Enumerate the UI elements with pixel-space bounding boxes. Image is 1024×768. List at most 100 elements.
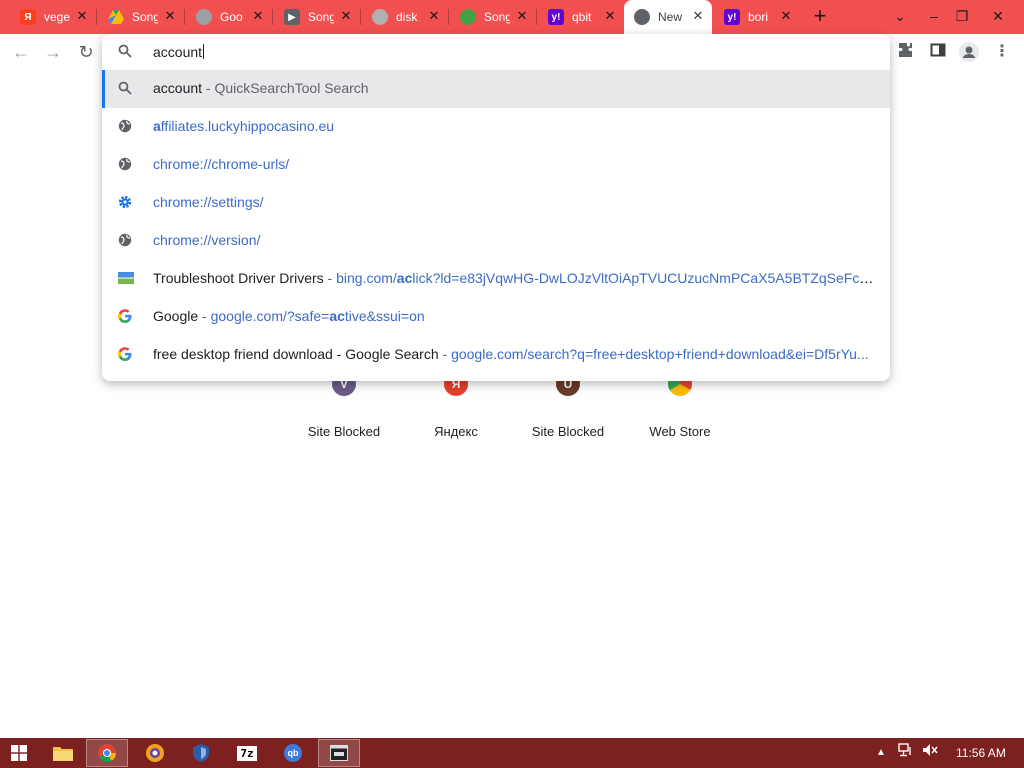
suggestion-item[interactable]: chrome://chrome-urls/ (102, 146, 890, 184)
suggestion-separator: - (438, 346, 452, 362)
close-icon[interactable]: ✕ (604, 9, 616, 22)
close-icon[interactable]: ✕ (516, 9, 528, 22)
suggestion-item[interactable]: chrome://settings/ (102, 184, 890, 222)
suggestion-title: Google (153, 308, 199, 324)
tab-1[interactable]: Song ✕ (98, 4, 185, 30)
chrome-icon[interactable] (86, 739, 128, 767)
back-arrow-icon[interactable]: ← (10, 41, 32, 63)
suggestion-separator: - (323, 270, 337, 286)
new-tab-button[interactable]: + (810, 5, 830, 27)
tab-strip: Я vege ✕ Song ✕ Goo ✕ ▶ Song ✕ disk ✕ So… (0, 0, 1024, 34)
system-clock[interactable]: 11:56 AM (956, 743, 1006, 763)
omnibox-input-value: account (153, 44, 203, 60)
suggestion-item[interactable]: affiliates.luckyhippocasino.eu (102, 108, 890, 146)
suggestion-url: chrome://version/ (153, 232, 261, 248)
suggestion-query: account (153, 80, 203, 96)
tab-title: disk (396, 10, 418, 24)
7zip-icon[interactable]: 7z (226, 739, 268, 767)
suggestion-url: chrome://settings/ (153, 194, 264, 210)
tab-title: Goo (220, 10, 243, 24)
tab-title: Song (484, 10, 510, 24)
shortcut-tile-0[interactable]: V Site Blocked (288, 372, 400, 448)
network-icon[interactable] (898, 743, 914, 763)
speaker-muted-icon[interactable] (922, 743, 938, 763)
close-icon[interactable]: ✕ (692, 9, 704, 22)
suggestion-item[interactable]: Google - google.com/?safe=active&ssui=on (102, 298, 890, 336)
close-icon[interactable]: ✕ (780, 9, 792, 22)
close-icon[interactable]: ✕ (76, 9, 88, 22)
profile-avatar-icon[interactable] (958, 42, 980, 64)
tab-0[interactable]: Я vege ✕ (10, 4, 97, 30)
omnibox-input-row[interactable]: account (102, 34, 890, 70)
play-icon: ▶ (284, 9, 300, 25)
tab-8[interactable]: y! bori ✕ (714, 4, 800, 30)
tray-overflow-chevron-icon[interactable]: ▲ (876, 743, 886, 763)
suggestion-item[interactable]: free desktop friend download - Google Se… (102, 336, 890, 374)
browser-icon[interactable] (134, 739, 176, 767)
side-panel-icon[interactable] (927, 42, 949, 64)
suggestion-item[interactable]: account - QuickSearchTool Search (102, 70, 890, 108)
windows-start-icon[interactable] (2, 739, 36, 767)
globe-icon (118, 233, 134, 249)
google-icon (118, 309, 134, 325)
tab-title: qbit (572, 10, 592, 24)
close-icon[interactable]: ✕ (164, 9, 176, 22)
yandex-icon: Я (20, 9, 36, 25)
tab-5[interactable]: Song ✕ (450, 4, 537, 30)
terminal-icon[interactable] (318, 739, 360, 767)
suggestion-url: tive&ssui=on (344, 308, 425, 324)
globe-icon (634, 9, 650, 25)
globe-icon (196, 9, 212, 25)
extensions-puzzle-icon[interactable] (895, 42, 917, 64)
suggestion-description: QuickSearchTool Search (214, 80, 369, 96)
omnibox-input[interactable]: account (153, 44, 205, 60)
search-icon (118, 44, 132, 63)
tab-title: vege (44, 10, 70, 24)
tab-4[interactable]: disk ✕ (362, 4, 449, 30)
suggestion-url: ffiliates.luckyhippocasino.eu (160, 118, 335, 134)
shortcut-tile-2[interactable]: U Site Blocked (512, 372, 624, 448)
close-icon[interactable]: ✕ (252, 9, 264, 22)
gear-icon (118, 195, 134, 211)
close-icon[interactable]: ✕ (428, 9, 440, 22)
suggestion-url-match: ac (329, 308, 345, 324)
suggestion-item[interactable]: Troubleshoot Driver Drivers - bing.com/a… (102, 260, 890, 298)
tab-2[interactable]: Goo ✕ (186, 4, 273, 30)
tab-3[interactable]: ▶ Song ✕ (274, 4, 361, 30)
tab-title: Song (132, 10, 158, 24)
globe-icon (372, 9, 388, 25)
file-explorer-icon[interactable] (42, 739, 84, 767)
suggestion-title: Troubleshoot Driver Drivers (153, 270, 324, 286)
screen: Я vege ✕ Song ✕ Goo ✕ ▶ Song ✕ disk ✕ So… (0, 0, 1024, 768)
minimize-icon[interactable]: – (922, 4, 946, 28)
suggestion-url-match: ac (396, 270, 413, 286)
forward-arrow-icon[interactable]: → (42, 41, 64, 63)
tab-7-active[interactable]: New ✕ (624, 0, 712, 34)
suggestion-url-prefix: google.com/?safe= (210, 308, 330, 324)
reload-icon[interactable]: ↻ (75, 41, 97, 63)
close-icon[interactable]: ✕ (340, 9, 352, 22)
yahoo-icon: y! (724, 9, 740, 25)
search-icon (118, 81, 134, 97)
shield-icon[interactable] (180, 739, 222, 767)
menu-kebab-icon[interactable]: ⋮ (991, 42, 1013, 64)
suggestion-url: lick?ld=e83jVqwHG-DwLOJzVltOiApTVUCUzucN… (412, 270, 878, 286)
tab-search-chevron-icon[interactable]: ⌄ (888, 4, 912, 28)
suggestion-title: free desktop friend download - Google Se… (153, 346, 439, 362)
suggestion-item[interactable]: chrome://version/ (102, 222, 890, 260)
shortcut-tile-3[interactable]: Web Store (624, 372, 736, 448)
tab-title: Song (308, 10, 334, 24)
globe-icon (118, 119, 134, 135)
tab-6[interactable]: y! qbit ✕ (538, 4, 624, 30)
windows-taskbar: 7z qb ▲ 11:56 AM (0, 738, 1024, 768)
window-close-icon[interactable]: ✕ (986, 4, 1010, 28)
shortcut-tile-1[interactable]: Я Яндекс (400, 372, 512, 448)
tab-title: bori (748, 10, 769, 24)
qbittorrent-icon[interactable]: qb (272, 739, 314, 767)
shortcut-label: Site Blocked (307, 424, 381, 439)
shortcut-label: Яндекс (434, 424, 478, 439)
windows-icon (118, 271, 134, 287)
suggestion-url-match: a (153, 118, 161, 134)
restore-icon[interactable]: ❐ (950, 4, 974, 28)
shortcut-label: Web Store (649, 424, 711, 439)
